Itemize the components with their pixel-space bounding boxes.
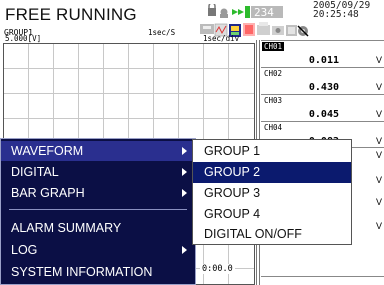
memory-bar-icon <box>245 6 250 18</box>
signal-arrow-icon <box>232 9 244 15</box>
submenu-item-group-1[interactable]: GROUP 1 <box>193 141 351 162</box>
menu-item-label: DIGITAL <box>11 165 59 179</box>
datetime: 2005/09/29 20:25:48 <box>313 1 370 20</box>
channel-row[interactable]: CH02 0.430 V <box>261 67 384 94</box>
submenu-item-group-3[interactable]: GROUP 3 <box>193 183 351 204</box>
time-label: 0:00.0 <box>200 264 235 274</box>
channel-name: CH02 <box>264 69 283 78</box>
submenu-arrow-icon <box>182 168 187 176</box>
submenu-item-digital-on-off[interactable]: DIGITAL ON/OFF <box>193 224 351 245</box>
lock-icon <box>208 4 216 16</box>
menu-item-label: BAR GRAPH <box>11 186 85 200</box>
time-text: 20:25:48 <box>313 9 359 20</box>
memory-counter: 234 <box>254 6 274 19</box>
mode-title: FREE RUNNING <box>5 5 137 24</box>
channel-row[interactable]: CH01 0.011 V <box>261 40 384 67</box>
display-menu: WAVEFORM DIGITAL BAR GRAPH ALARM SUMMARY… <box>0 138 196 285</box>
channel-unit: V <box>376 82 383 92</box>
menu-item-label: ALARM SUMMARY <box>11 221 122 235</box>
submenu-item-group-4[interactable]: GROUP 4 <box>193 204 351 225</box>
card-icon <box>286 25 297 36</box>
channel-unit: V <box>376 55 383 65</box>
unit-mark: V <box>376 150 383 160</box>
channel-name: CH04 <box>264 123 283 132</box>
menu-item-log[interactable]: LOG <box>1 240 195 260</box>
channel-unit: V <box>376 109 383 119</box>
unit-mark: V <box>376 175 383 185</box>
disk-icon <box>200 24 214 34</box>
waveform-submenu: GROUP 1 GROUP 2 GROUP 3 GROUP 4 DIGITAL … <box>192 139 352 245</box>
channel-name: CH03 <box>264 96 283 105</box>
submenu-arrow-icon <box>182 147 187 155</box>
scale-value: 5.000[V] <box>5 34 42 43</box>
channel-value: 0.045 <box>308 109 339 120</box>
menu-item-alarm-summary[interactable]: ALARM SUMMARY <box>1 218 195 238</box>
channel-row[interactable]: CH03 0.045 V <box>261 94 384 121</box>
unit-mark: V <box>376 221 383 231</box>
camera-icon <box>272 26 284 35</box>
panel-bottom-line <box>261 276 384 277</box>
channel-value: 0.011 <box>308 55 339 66</box>
channel-name: CH01 <box>262 42 285 51</box>
submenu-arrow-icon <box>182 246 187 254</box>
channel-unit: V <box>376 136 383 146</box>
menu-item-label: LOG <box>11 243 38 257</box>
unit-mark: V <box>376 197 383 207</box>
submenu-item-group-2[interactable]: GROUP 2 <box>193 162 351 183</box>
settings-icon <box>297 25 309 37</box>
menu-item-system-information[interactable]: SYSTEM INFORMATION <box>1 262 195 282</box>
channel-value: 0.430 <box>308 82 339 93</box>
time-per-div: 1sec/div <box>203 34 240 43</box>
menu-item-waveform[interactable]: WAVEFORM <box>1 141 195 161</box>
menu-item-bar-graph[interactable]: BAR GRAPH <box>1 183 195 203</box>
key-icon <box>220 8 228 18</box>
scale-row: 5.000[V] 1sec/div <box>3 34 258 43</box>
menu-item-label: WAVEFORM <box>11 144 84 158</box>
printer-icon <box>257 22 270 35</box>
submenu-arrow-icon <box>182 189 187 197</box>
menu-item-label: SYSTEM INFORMATION <box>11 265 153 279</box>
menu-separator <box>9 209 187 210</box>
menu-item-digital[interactable]: DIGITAL <box>1 162 195 182</box>
